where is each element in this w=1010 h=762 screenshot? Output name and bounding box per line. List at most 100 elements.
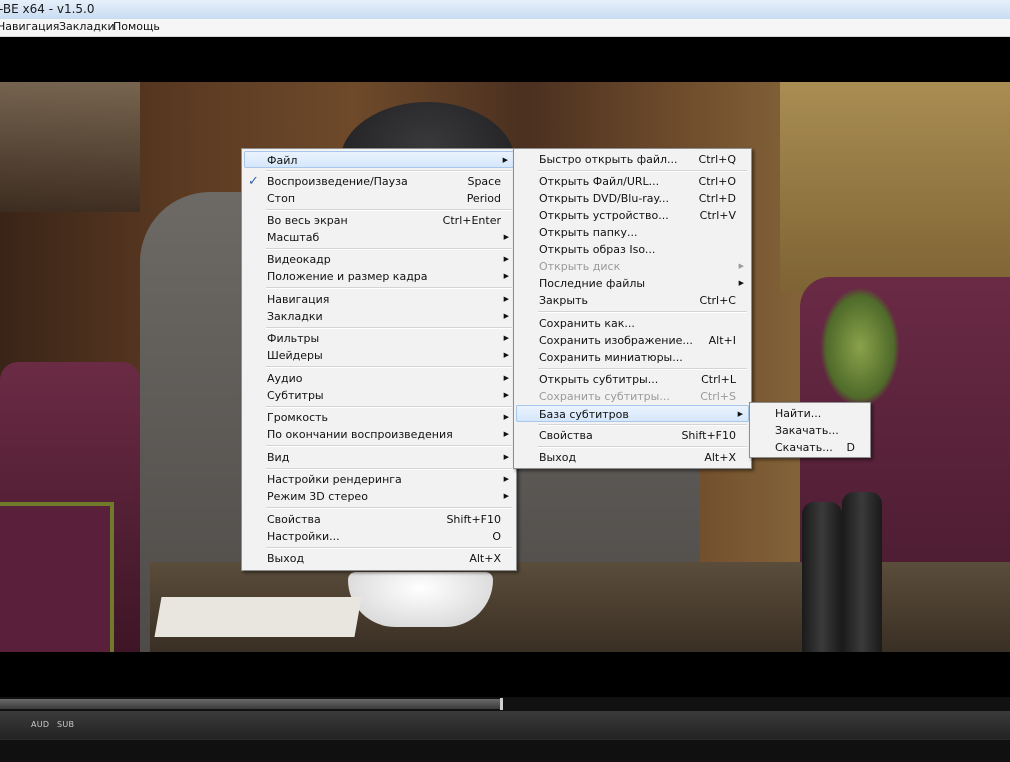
menu-separator bbox=[266, 547, 512, 549]
context-menu-file: Быстро открыть файл... Ctrl+Q Открыть Фа… bbox=[513, 148, 752, 469]
submenu-arrow-icon: ▶ bbox=[503, 391, 509, 399]
menu-item-subtitle-database[interactable]: База субтитров ▶ bbox=[516, 405, 749, 422]
menu-item-upload[interactable]: Закачать... bbox=[752, 422, 868, 439]
menu-separator bbox=[266, 366, 512, 368]
menu-item-label: Выход bbox=[267, 552, 305, 565]
menu-item-after-playback[interactable]: По окончании воспроизведения ▶ bbox=[244, 426, 514, 443]
player-controls: AUD SUB bbox=[0, 697, 1010, 762]
menu-item-quick-open[interactable]: Быстро открыть файл... Ctrl+Q bbox=[516, 151, 749, 168]
menu-item-exit[interactable]: Выход Alt+X bbox=[516, 449, 749, 466]
menu-item-label: Сохранить изображение... bbox=[539, 334, 693, 347]
menu-item-download[interactable]: Скачать... D bbox=[752, 439, 868, 456]
menu-item-file[interactable]: Файл ▶ bbox=[244, 151, 514, 168]
menu-item-pan-scan[interactable]: Положение и размер кадра ▶ bbox=[244, 268, 514, 285]
menu-item-label: Выход bbox=[539, 451, 577, 464]
context-menu-main: Файл ▶ ✓ Воспроизведение/Пауза Space Сто… bbox=[241, 148, 517, 571]
seek-bar[interactable] bbox=[0, 697, 1010, 712]
window-title: -BE x64 - v1.5.0 bbox=[0, 2, 95, 16]
menu-item-render-settings[interactable]: Настройки рендеринга ▶ bbox=[244, 471, 514, 488]
menu-item-label: Масштаб bbox=[267, 231, 320, 244]
menu-separator bbox=[266, 248, 512, 250]
menu-item-zoom[interactable]: Масштаб ▶ bbox=[244, 229, 514, 246]
menu-item-shortcut: Ctrl+O bbox=[698, 175, 736, 188]
menu-item-open-subtitles[interactable]: Открыть субтитры... Ctrl+L bbox=[516, 371, 749, 388]
menu-item-close[interactable]: Закрыть Ctrl+C bbox=[516, 292, 749, 309]
menu-item-open-dvd[interactable]: Открыть DVD/Blu-ray... Ctrl+D bbox=[516, 190, 749, 207]
menu-item-open-folder[interactable]: Открыть папку... bbox=[516, 224, 749, 241]
menu-item-filters[interactable]: Фильтры ▶ bbox=[244, 330, 514, 347]
menu-item-shortcut: Ctrl+Enter bbox=[442, 214, 501, 227]
menubar-item-navigation[interactable]: Навигация bbox=[0, 20, 59, 33]
menu-item-3d-stereo[interactable]: Режим 3D стерео ▶ bbox=[244, 488, 514, 505]
menu-item-open-iso[interactable]: Открыть образ Iso... bbox=[516, 241, 749, 258]
menu-item-label: Найти... bbox=[775, 407, 822, 420]
seek-progress bbox=[0, 699, 501, 709]
menu-item-exit[interactable]: Выход Alt+X bbox=[244, 550, 514, 567]
video-background-wall bbox=[780, 82, 1010, 292]
menu-item-shortcut: Ctrl+L bbox=[701, 373, 736, 386]
menu-item-stop[interactable]: Стоп Period bbox=[244, 190, 514, 207]
video-cushion bbox=[0, 502, 114, 652]
menubar-item-bookmarks[interactable]: Закладки bbox=[59, 20, 115, 33]
menu-item-bookmarks[interactable]: Закладки ▶ bbox=[244, 308, 514, 325]
menu-item-properties[interactable]: Свойства Shift+F10 bbox=[516, 427, 749, 444]
menu-separator bbox=[266, 468, 512, 470]
menu-item-find[interactable]: Найти... bbox=[752, 405, 868, 422]
menu-item-label: По окончании воспроизведения bbox=[267, 428, 453, 441]
menu-separator bbox=[266, 507, 512, 509]
menu-item-options[interactable]: Настройки... O bbox=[244, 528, 514, 545]
menu-item-video-frame[interactable]: Видеокадр ▶ bbox=[244, 251, 514, 268]
menu-item-open-device[interactable]: Открыть устройство... Ctrl+V bbox=[516, 207, 749, 224]
subtitle-track-button[interactable]: SUB bbox=[57, 720, 74, 729]
menu-item-label: Закладки bbox=[267, 310, 323, 323]
video-salt-mill bbox=[842, 492, 882, 652]
menu-item-label: Положение и размер кадра bbox=[267, 270, 428, 283]
audio-track-button[interactable]: AUD bbox=[31, 720, 49, 729]
menu-item-label: Громкость bbox=[267, 411, 329, 424]
menu-item-label: Аудио bbox=[267, 372, 303, 385]
menu-item-label: Сохранить субтитры... bbox=[539, 390, 670, 403]
menu-item-label: Скачать... bbox=[775, 441, 833, 454]
video-pepper-mill bbox=[802, 502, 842, 652]
menu-item-label: Открыть Файл/URL... bbox=[539, 175, 660, 188]
submenu-arrow-icon: ▶ bbox=[503, 233, 509, 241]
menu-item-save-image[interactable]: Сохранить изображение... Alt+I bbox=[516, 332, 749, 349]
status-strip bbox=[0, 739, 1010, 762]
submenu-arrow-icon: ▶ bbox=[503, 351, 509, 359]
checkmark-icon: ✓ bbox=[248, 174, 259, 189]
seek-handle[interactable] bbox=[500, 698, 503, 710]
menu-item-shaders[interactable]: Шейдеры ▶ bbox=[244, 347, 514, 364]
submenu-arrow-icon: ▶ bbox=[503, 413, 509, 421]
menu-item-fullscreen[interactable]: Во весь экран Ctrl+Enter bbox=[244, 212, 514, 229]
menu-item-label: Настройки рендеринга bbox=[267, 473, 402, 486]
menu-item-view[interactable]: Вид ▶ bbox=[244, 449, 514, 466]
menu-item-navigation[interactable]: Навигация ▶ bbox=[244, 291, 514, 308]
submenu-arrow-icon: ▶ bbox=[503, 312, 509, 320]
menu-item-save-as[interactable]: Сохранить как... bbox=[516, 315, 749, 332]
menu-item-shortcut: Ctrl+D bbox=[698, 192, 736, 205]
menu-item-recent-files[interactable]: Последние файлы ▶ bbox=[516, 275, 749, 292]
video-background-window bbox=[0, 82, 140, 212]
video-napkin bbox=[154, 597, 362, 637]
menu-separator bbox=[266, 170, 512, 172]
menu-item-shortcut: Shift+F10 bbox=[446, 513, 501, 526]
menu-item-label: Сохранить миниатюры... bbox=[539, 351, 683, 364]
menu-item-properties[interactable]: Свойства Shift+F10 bbox=[244, 511, 514, 528]
submenu-arrow-icon: ▶ bbox=[503, 255, 509, 263]
menu-item-label: Сохранить как... bbox=[539, 317, 635, 330]
menu-item-label: Свойства bbox=[539, 429, 593, 442]
menu-item-audio[interactable]: Аудио ▶ bbox=[244, 370, 514, 387]
menu-item-volume[interactable]: Громкость ▶ bbox=[244, 409, 514, 426]
submenu-arrow-icon: ▶ bbox=[503, 492, 509, 500]
submenu-arrow-icon: ▶ bbox=[738, 279, 744, 287]
menu-separator bbox=[266, 287, 512, 289]
menu-item-subtitles[interactable]: Субтитры ▶ bbox=[244, 387, 514, 404]
menu-separator bbox=[266, 445, 512, 447]
menu-separator bbox=[538, 368, 747, 370]
menu-separator bbox=[266, 327, 512, 329]
menubar-item-help[interactable]: Помощь bbox=[113, 20, 160, 33]
menu-item-play-pause[interactable]: ✓ Воспроизведение/Пауза Space bbox=[244, 173, 514, 190]
menu-item-save-thumbnails[interactable]: Сохранить миниатюры... bbox=[516, 349, 749, 366]
control-row: AUD SUB bbox=[0, 711, 1010, 739]
menu-item-open-file-url[interactable]: Открыть Файл/URL... Ctrl+O bbox=[516, 173, 749, 190]
